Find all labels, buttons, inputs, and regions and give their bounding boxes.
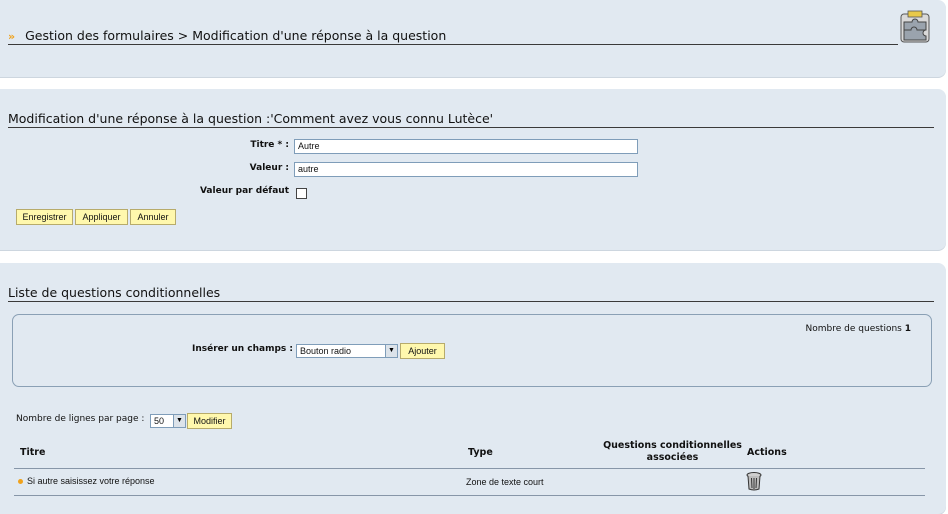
- row-titre[interactable]: Si autre saisissez votre réponse: [27, 476, 155, 486]
- question-count-value: 1: [904, 324, 911, 334]
- valeur-input[interactable]: autre: [294, 162, 638, 177]
- column-header-conditional-line2: associées: [646, 452, 699, 463]
- rows-per-page-select[interactable]: 50 ▼: [150, 414, 186, 428]
- question-count-label: Nombre de questions: [805, 324, 902, 334]
- breadcrumb-root[interactable]: Gestion des formulaires: [25, 28, 174, 43]
- conditional-list-panel: Liste de questions conditionnelles Nombr…: [0, 263, 946, 514]
- row-type: Zone de texte court: [466, 477, 544, 487]
- chevron-down-icon[interactable]: ▼: [385, 345, 397, 357]
- titre-label: Titre * :: [250, 140, 289, 150]
- insert-field-box: Nombre de questions 1 Insérer un champs …: [12, 314, 932, 387]
- puzzle-icon: [899, 10, 931, 44]
- column-header-actions: Actions: [747, 447, 787, 458]
- modify-button[interactable]: Modifier: [187, 413, 232, 429]
- add-button[interactable]: Ajouter: [400, 343, 445, 359]
- insert-field-label: Insérer un champs :: [191, 344, 293, 354]
- cancel-button[interactable]: Annuler: [130, 209, 176, 225]
- header-panel: » Gestion des formulaires > Modification …: [0, 0, 946, 77]
- save-button[interactable]: Enregistrer: [16, 209, 73, 225]
- column-header-conditional: Questions conditionnelles associées: [600, 440, 745, 464]
- chevron-down-icon[interactable]: ▼: [173, 415, 185, 427]
- valeur-label: Valeur :: [249, 163, 289, 173]
- section-title: Modification d'une réponse à la question…: [8, 111, 934, 128]
- table-header-divider: [14, 468, 925, 469]
- apply-button[interactable]: Appliquer: [75, 209, 128, 225]
- column-header-titre[interactable]: Titre: [20, 447, 45, 458]
- field-type-select[interactable]: Bouton radio ▼: [296, 344, 398, 358]
- breadcrumb: » Gestion des formulaires > Modification …: [8, 28, 898, 45]
- section-title: Liste de questions conditionnelles: [8, 285, 934, 302]
- titre-input[interactable]: Autre: [294, 139, 638, 154]
- rows-per-page-label: Nombre de lignes par page :: [16, 414, 145, 424]
- field-type-selected: Bouton radio: [300, 346, 352, 356]
- column-header-type[interactable]: Type: [468, 447, 493, 458]
- rows-per-page-value: 50: [154, 416, 165, 426]
- edit-answer-panel: Modification d'une réponse à la question…: [0, 89, 946, 250]
- trash-icon[interactable]: [745, 471, 763, 491]
- bullet-icon: [18, 479, 23, 484]
- breadcrumb-arrow-icon: »: [8, 30, 16, 43]
- column-header-conditional-line1: Questions conditionnelles: [603, 440, 742, 451]
- question-count: Nombre de questions 1: [806, 324, 911, 334]
- defaut-checkbox[interactable]: [296, 188, 307, 199]
- defaut-label: Valeur par défaut: [199, 186, 289, 196]
- breadcrumb-current: > Modification d'une réponse à la questi…: [177, 28, 447, 43]
- table-bottom-divider: [14, 495, 925, 496]
